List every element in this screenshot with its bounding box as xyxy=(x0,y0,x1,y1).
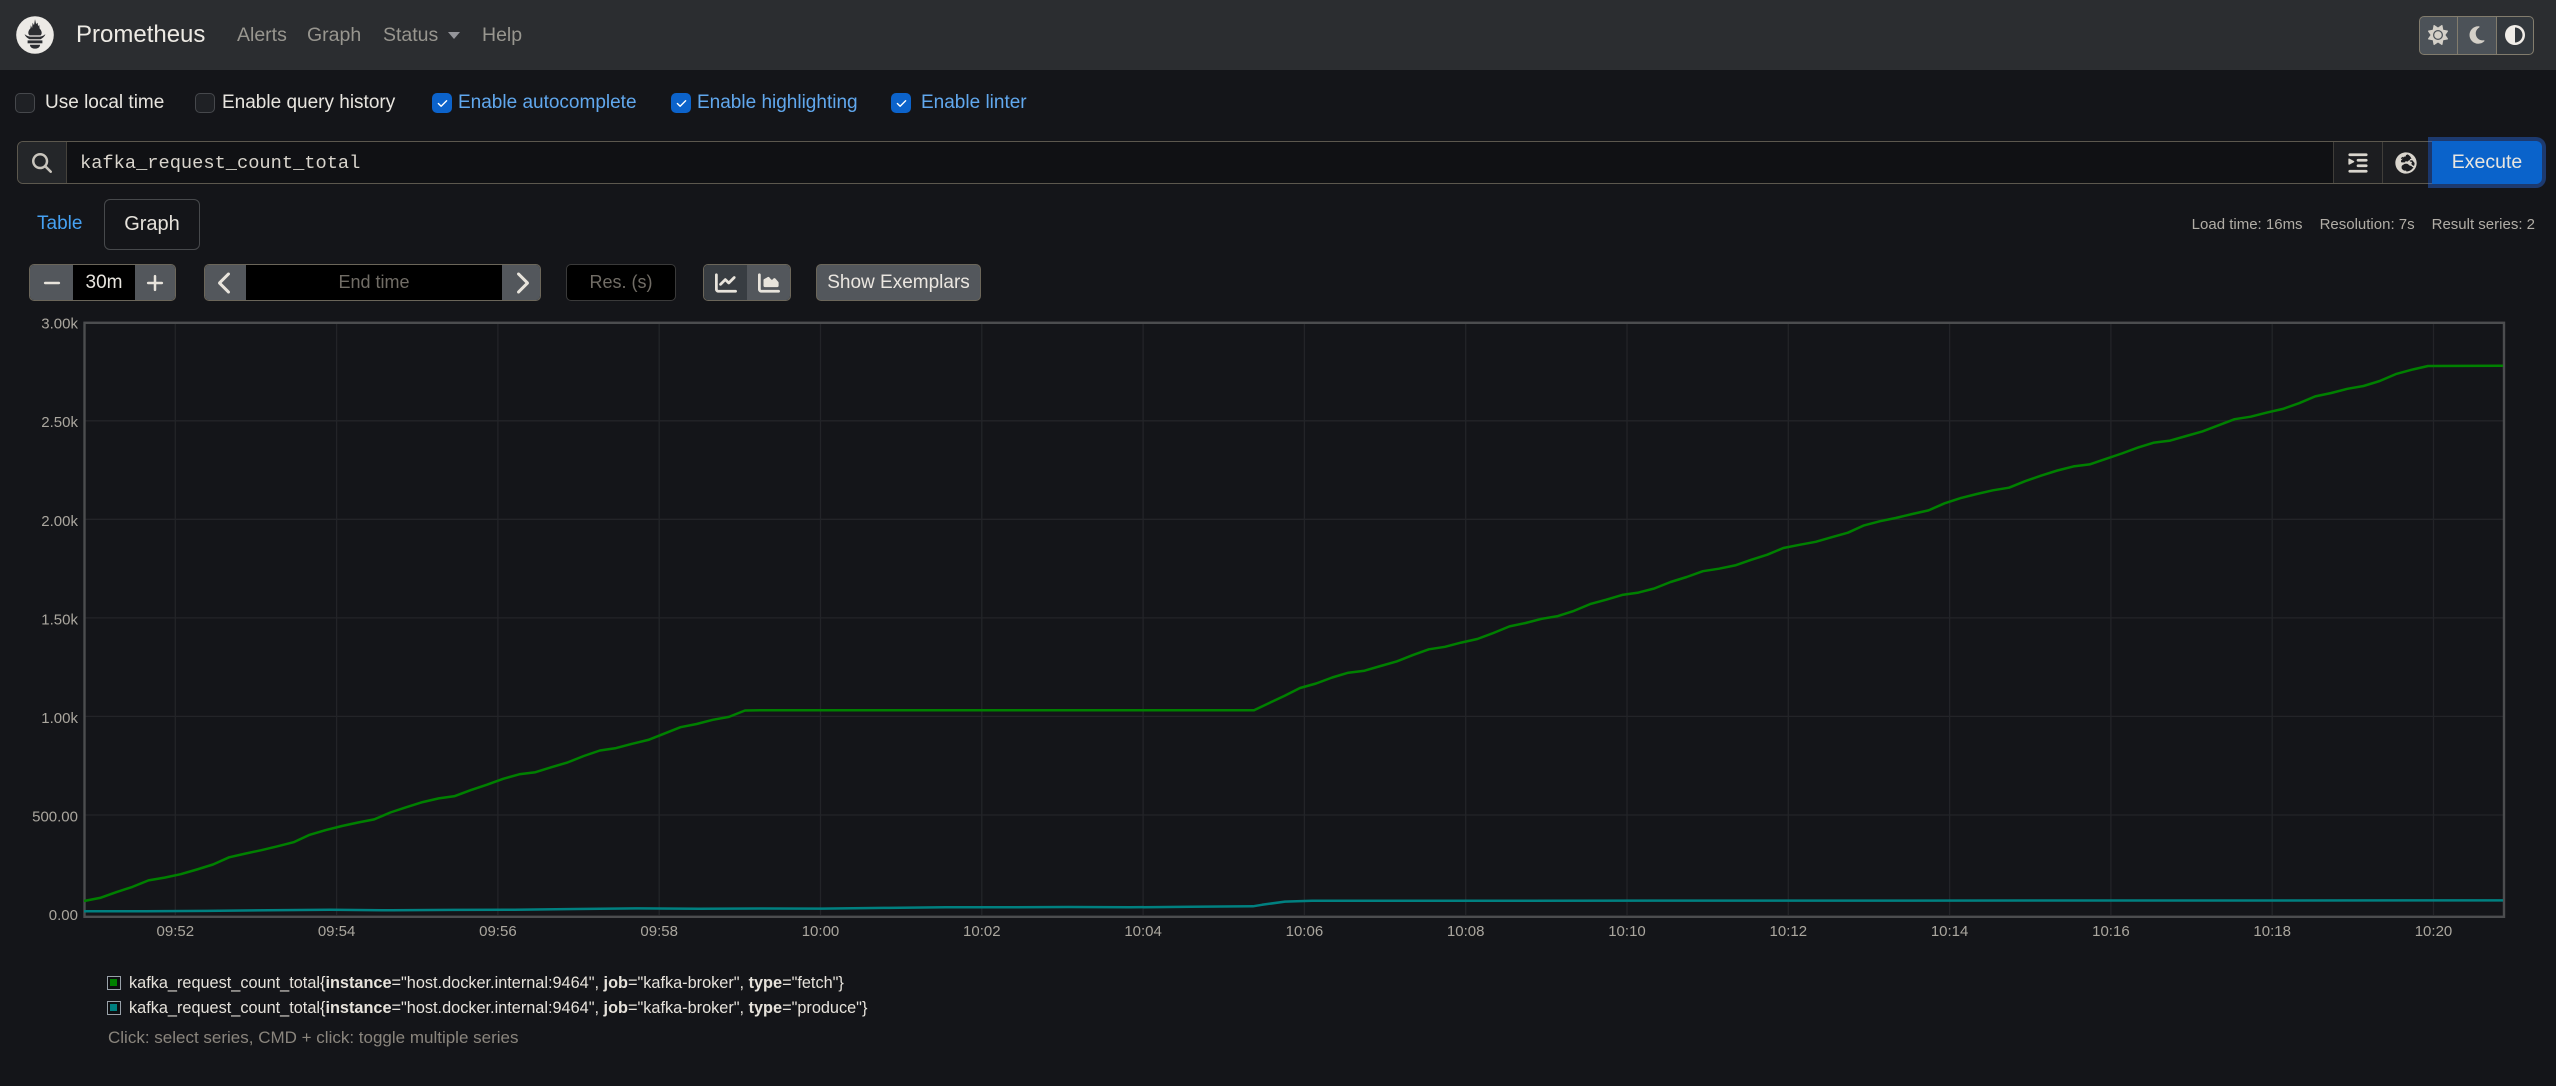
svg-text:10:04: 10:04 xyxy=(1124,923,1162,940)
svg-text:09:58: 09:58 xyxy=(640,923,678,940)
svg-text:10:02: 10:02 xyxy=(963,923,1001,940)
svg-text:2.00k: 2.00k xyxy=(41,513,78,530)
svg-text:1.00k: 1.00k xyxy=(41,710,78,727)
svg-text:10:06: 10:06 xyxy=(1286,923,1324,940)
svg-text:0.00: 0.00 xyxy=(49,907,78,924)
svg-text:09:54: 09:54 xyxy=(318,923,356,940)
svg-text:3.00k: 3.00k xyxy=(41,316,78,333)
svg-text:10:08: 10:08 xyxy=(1447,923,1485,940)
svg-text:500.00: 500.00 xyxy=(32,809,78,826)
svg-text:09:52: 09:52 xyxy=(157,923,195,940)
svg-text:10:12: 10:12 xyxy=(1770,923,1808,940)
svg-text:10:20: 10:20 xyxy=(2415,923,2453,940)
svg-text:10:16: 10:16 xyxy=(2092,923,2130,940)
svg-text:09:56: 09:56 xyxy=(479,923,517,940)
svg-text:10:10: 10:10 xyxy=(1608,923,1646,940)
svg-text:1.50k: 1.50k xyxy=(41,611,78,628)
svg-text:10:14: 10:14 xyxy=(1931,923,1969,940)
svg-text:10:18: 10:18 xyxy=(2253,923,2291,940)
svg-text:10:00: 10:00 xyxy=(802,923,840,940)
svg-text:2.50k: 2.50k xyxy=(41,414,78,431)
